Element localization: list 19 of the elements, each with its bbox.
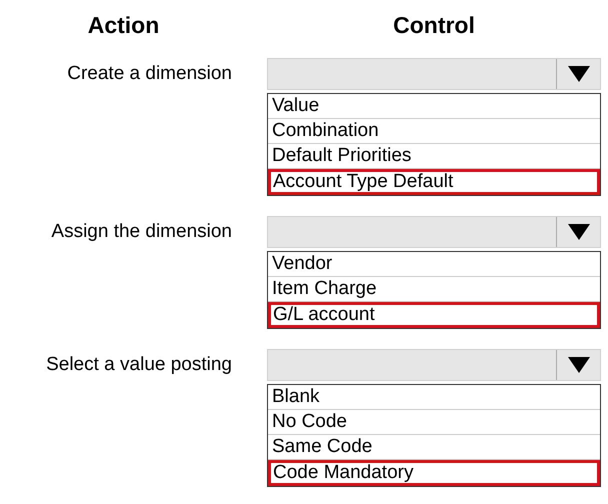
option[interactable]: Code Mandatory <box>268 460 600 486</box>
option[interactable]: Value <box>268 94 600 118</box>
column-header: Control <box>393 11 475 40</box>
action-label: Assign the dimension <box>51 220 232 244</box>
option[interactable]: Vendor <box>268 252 600 276</box>
option[interactable]: Item Charge <box>268 276 600 302</box>
option[interactable]: No Code <box>268 410 600 434</box>
option[interactable]: Combination <box>268 118 600 144</box>
column-header: Action <box>88 11 160 40</box>
option[interactable]: Blank <box>268 384 600 410</box>
option[interactable]: G/L account <box>268 302 600 328</box>
option[interactable]: Same Code <box>268 434 600 460</box>
caret-icon <box>568 66 590 82</box>
caret-icon <box>568 224 590 240</box>
option[interactable]: Account Type Default <box>268 168 600 194</box>
option[interactable]: Default Priorities <box>268 144 600 168</box>
action-label: Select a value posting <box>46 352 232 376</box>
caret-icon <box>568 356 590 372</box>
action-label: Create a dimension <box>67 62 232 86</box>
